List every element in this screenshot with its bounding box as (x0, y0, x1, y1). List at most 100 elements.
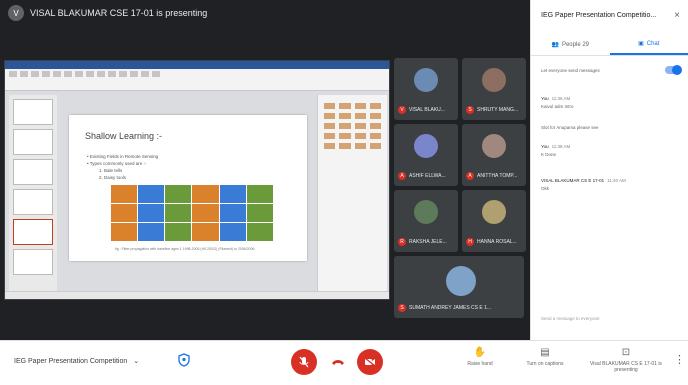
mic-toggle-button[interactable] (291, 349, 317, 375)
meeting-controls-bar: IEG Paper Presentation Competition ⌄ ✋ R… (0, 340, 688, 385)
slide-thumbnail (13, 129, 53, 155)
powerpoint-titlebar (5, 61, 389, 69)
chat-icon: ▣ (638, 41, 644, 47)
toggle-label: Let everyone send messages (541, 67, 600, 73)
chat-message: You 11:38 AM K Done (541, 144, 681, 157)
participant-nameplate: S SUMATH ANDREY JAMES CS E 1... (398, 304, 491, 312)
mic-off-icon: H (466, 238, 474, 246)
slide-bullets: • Existing Fields in Remote Sensing • Ty… (87, 153, 158, 181)
participant-photo (414, 134, 438, 158)
participant-name: ASHIF ELLWA... (409, 173, 446, 179)
close-icon[interactable]: × (674, 10, 680, 21)
participant-nameplate: V VISAL BLAKU... (398, 106, 445, 114)
message-text: Slot for Anupama please see (541, 125, 599, 130)
slide-title: Shallow Learning :- (85, 131, 163, 141)
current-slide: Shallow Learning :- • Existing Fields in… (69, 115, 307, 261)
participant-photo (482, 200, 506, 224)
slide-bullet: • Types commonly used are :- (87, 161, 147, 166)
participant-name: RAKSHA JELE... (409, 239, 447, 245)
slide-caption: fig : Fitter propagation with baseline a… (115, 247, 255, 251)
message-text: Okk (541, 186, 550, 191)
chat-message: Slot for Anupama please see (541, 122, 681, 130)
presenter-avatar: V (8, 5, 24, 21)
message-time: 11:38 AM (551, 144, 571, 149)
hand-icon: ✋ (473, 347, 487, 358)
message-time: 11:40 AM (607, 178, 626, 183)
slide-thumbnail (13, 99, 53, 125)
more-options-icon[interactable]: ⋮ (674, 353, 685, 366)
participant-tile[interactable]: S SHRUTY MANG... (462, 58, 526, 120)
message-sender: You (541, 96, 549, 101)
participant-nameplate: A ASHIF ELLWA... (398, 172, 446, 180)
leave-call-button[interactable] (325, 349, 351, 375)
participant-tiles: V VISAL BLAKU... S SHRUTY MANG... A ASHI… (394, 58, 528, 318)
slide-thumbnail (13, 249, 53, 275)
slide-bullet: 1. Bale tells (99, 168, 123, 173)
action-label: Turn on captions (526, 361, 564, 367)
slide-thumbnail (13, 159, 53, 185)
participant-name: VISAL BLAKU... (409, 107, 445, 113)
action-label: Visal BLAKUMAR CS E 17-01 is presenting (590, 361, 662, 373)
tab-label: People 29 (561, 41, 589, 48)
send-messages-toggle[interactable] (665, 65, 682, 75)
participant-name: SHRUTY MANG... (477, 107, 519, 113)
mic-off-icon: S (398, 304, 406, 312)
raise-hand-button[interactable]: ✋ Raise hand (450, 347, 510, 367)
mic-off-icon: A (398, 172, 406, 180)
mic-off-icon: V (398, 106, 406, 114)
presenter-banner-text: VISAL BLAKUMAR CSE 17-01 is presenting (30, 8, 208, 18)
participant-tile[interactable]: S SUMATH ANDREY JAMES CS E 1... (394, 256, 524, 318)
slide-image-grid (111, 185, 273, 241)
shield-icon[interactable] (178, 353, 190, 367)
camera-toggle-button[interactable] (357, 349, 383, 375)
chat-message-input[interactable]: Send a message to everyone (541, 316, 600, 321)
mic-off-icon: R (398, 238, 406, 246)
message-sender: VISAL BLAKUMAR CS E 17-01 (541, 178, 605, 183)
presenting-button[interactable]: ⊡ Visal BLAKUMAR CS E 17-01 is presentin… (584, 347, 668, 373)
present-screen-icon: ⊡ (621, 347, 631, 358)
participant-nameplate: S SHRUTY MANG... (466, 106, 518, 114)
participant-name: ANITTHA TOMP... (477, 173, 518, 179)
tab-chat[interactable]: ▣ Chat (609, 34, 688, 55)
tab-people[interactable]: 👥 People 29 (531, 34, 610, 55)
mic-off-icon: S (466, 106, 474, 114)
participant-photo (414, 68, 438, 92)
message-sender: You (541, 144, 549, 149)
meeting-details[interactable]: IEG Paper Presentation Competition ⌄ (14, 357, 140, 366)
slide-thumbnail (13, 219, 53, 245)
participant-tile[interactable]: R RAKSHA JELE... (394, 190, 458, 252)
shared-screen: Shallow Learning :- • Existing Fields in… (4, 60, 390, 300)
people-icon: 👥 (551, 42, 559, 48)
participant-name: SUMATH ANDREY JAMES CS E 1... (409, 305, 492, 311)
participant-nameplate: A ANITTHA TOMP... (466, 172, 517, 180)
participant-photo (482, 134, 506, 158)
slide-thumbnails (9, 95, 57, 295)
chevron-down-icon: ⌄ (133, 358, 140, 365)
tab-label: Chat (646, 40, 660, 47)
powerpoint-toolbar (5, 69, 389, 79)
participant-tile[interactable]: V VISAL BLAKU... (394, 58, 458, 120)
message-text: Kaivul adm Intro (541, 104, 574, 109)
participant-photo (414, 200, 438, 224)
powerpoint-ribbon (5, 61, 389, 91)
powerpoint-side-pane (317, 95, 387, 295)
meeting-title: IEG Paper Presentation Competition (14, 357, 128, 365)
slide-bullet: • Existing Fields in Remote Sensing (87, 154, 159, 159)
participant-photo (446, 266, 476, 296)
video-stage: V VISAL BLAKUMAR CSE 17-01 is presenting… (0, 0, 530, 340)
action-label: Raise hand (467, 361, 493, 367)
chat-message: VISAL BLAKUMAR CS E 17-01 11:40 AM Okk (541, 178, 681, 191)
message-text: K Done (541, 152, 557, 157)
powerpoint-statusbar (5, 291, 389, 299)
panel-tabs: 👥 People 29 ▣ Chat (531, 34, 688, 56)
participant-tile[interactable]: A ASHIF ELLWA... (394, 124, 458, 186)
captions-button[interactable]: ▤ Turn on captions (515, 347, 575, 367)
panel-title: IEG Paper Presentation Competitio... (541, 12, 657, 19)
mic-off-icon: A (466, 172, 474, 180)
participant-nameplate: R RAKSHA JELE... (398, 238, 447, 246)
participant-tile[interactable]: A ANITTHA TOMP... (462, 124, 526, 186)
participant-photo (482, 68, 506, 92)
presenter-banner: V VISAL BLAKUMAR CSE 17-01 is presenting (8, 4, 207, 22)
participant-tile[interactable]: H HANNA ROSAL... (462, 190, 526, 252)
slide-bullet: 2. Daisy tools (99, 175, 127, 180)
